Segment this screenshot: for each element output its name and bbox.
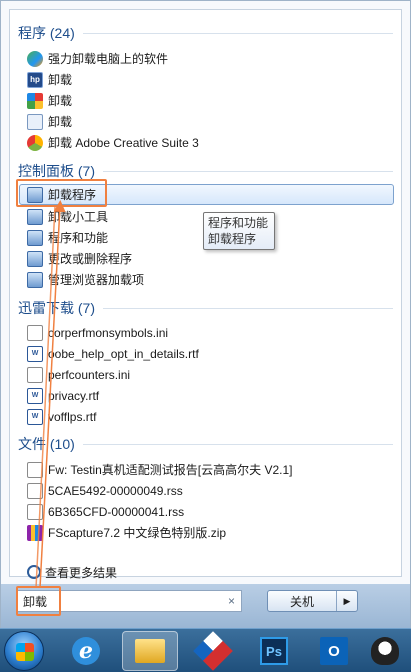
result-label: Fw: Testin真机适配测试报告[云高高尔夫 V2.1] <box>48 463 293 477</box>
result-item[interactable]: W vofflps.rtf <box>27 406 367 427</box>
taskbar-outlook[interactable]: O <box>306 631 362 671</box>
taskbar-ie[interactable]: e <box>58 631 114 671</box>
windows-logo-icon <box>16 643 34 661</box>
shield-program-icon <box>27 50 43 67</box>
result-label: 卸载 <box>48 94 73 108</box>
adobe-icon <box>27 134 43 151</box>
result-label: 5CAE5492-00000049.rss <box>48 483 183 498</box>
control-panel-icon <box>27 271 43 288</box>
result-label: corperfmonsymbols.ini <box>48 325 169 340</box>
zip-archive-icon <box>27 524 43 541</box>
start-button[interactable] <box>4 631 44 671</box>
rtf-file-icon: W <box>27 345 43 362</box>
result-item[interactable]: perfcounters.ini <box>27 364 367 385</box>
qq-penguin-icon <box>371 637 399 665</box>
hp-uninstall-icon: hp <box>27 71 43 88</box>
result-label: 强力卸载电脑上的软件 <box>48 52 169 66</box>
group-header-thunder-downloads[interactable]: 迅雷下载 (7) <box>18 299 393 317</box>
photoshop-icon: Ps <box>260 637 288 665</box>
document-icon <box>27 482 43 499</box>
group-header-control-panel[interactable]: 控制面板 (7) <box>18 162 393 180</box>
rtf-file-icon: W <box>27 408 43 425</box>
ini-file-icon <box>27 324 43 341</box>
rtf-file-icon: W <box>27 387 43 404</box>
tooltip-line-1: 程序和功能 <box>208 216 269 230</box>
outlook-icon: O <box>320 637 348 665</box>
result-label: privacy.rtf <box>48 388 100 403</box>
group-header-files[interactable]: 文件 (10) <box>18 435 393 453</box>
result-item[interactable]: W privacy.rtf <box>27 385 367 406</box>
result-label: 程序和功能 <box>48 231 109 245</box>
control-panel-icon <box>27 186 43 203</box>
result-label: 卸载 Adobe Creative Suite 3 <box>48 136 199 150</box>
result-item[interactable]: 卸载小工具 <box>27 206 367 227</box>
taskbar-qq[interactable] <box>360 631 410 671</box>
search-input-value: 卸载 <box>23 594 48 609</box>
result-label: 卸载小工具 <box>48 210 109 224</box>
result-label: vofflps.rtf <box>48 409 97 424</box>
result-label: FScapture7.2 中文绿色特别版.zip <box>48 526 227 540</box>
taskbar: e Ps O <box>0 628 411 672</box>
ini-file-icon <box>27 366 43 383</box>
result-item[interactable]: Fw: Testin真机适配测试报告[云高高尔夫 V2.1] <box>27 459 367 480</box>
result-label: perfcounters.ini <box>48 367 131 382</box>
document-icon <box>27 461 43 478</box>
result-item[interactable]: 程序和功能 <box>27 227 367 248</box>
result-item[interactable]: hp 卸载 <box>27 69 367 90</box>
tooltip: 程序和功能 卸载程序 <box>203 212 275 250</box>
result-item[interactable]: 6B365CFD-00000041.rss <box>27 501 367 522</box>
internet-explorer-icon: e <box>72 637 100 665</box>
result-label: 6B365CFD-00000041.rss <box>48 504 185 519</box>
result-item[interactable]: corperfmonsymbols.ini <box>27 322 367 343</box>
start-menu: 程序 (24) 强力卸载电脑上的软件 hp 卸载 卸载 卸载 卸载 Adobe … <box>0 0 411 584</box>
result-item[interactable]: W oobe_help_opt_in_details.rtf <box>27 343 367 364</box>
folder-icon <box>135 639 165 663</box>
result-label: 卸载程序 <box>48 188 97 202</box>
result-item[interactable]: 强力卸载电脑上的软件 <box>27 48 367 69</box>
group-header-programs[interactable]: 程序 (24) <box>18 24 393 42</box>
result-label: oobe_help_opt_in_details.rtf <box>48 346 199 361</box>
see-more-results-link[interactable]: 查看更多结果 <box>27 564 117 580</box>
document-icon <box>27 503 43 520</box>
app-logo-icon <box>193 631 233 671</box>
result-item[interactable]: 5CAE5492-00000049.rss <box>27 480 367 501</box>
taskbar-photoshop[interactable]: Ps <box>246 631 302 671</box>
tooltip-line-2: 卸载程序 <box>208 232 257 246</box>
result-item[interactable]: 卸载 <box>27 111 367 132</box>
result-item[interactable]: 卸载 Adobe Creative Suite 3 <box>27 132 367 153</box>
result-item[interactable]: 卸载 <box>27 90 367 111</box>
colorful-uninstall-icon <box>27 92 43 109</box>
taskbar-file-explorer[interactable] <box>122 631 178 671</box>
search-results-pane: 程序 (24) 强力卸载电脑上的软件 hp 卸载 卸载 卸载 卸载 Adobe … <box>9 9 402 580</box>
control-panel-icon <box>27 208 43 225</box>
control-panel-icon <box>27 229 43 246</box>
result-item[interactable]: 管理浏览器加载项 <box>27 269 367 290</box>
shutdown-button[interactable]: 关机 <box>268 591 337 611</box>
result-item[interactable]: 更改或删除程序 <box>27 248 367 269</box>
result-item[interactable]: FScapture7.2 中文绿色特别版.zip <box>27 522 367 543</box>
calendar-uninstall-icon <box>27 113 43 130</box>
see-more-results-label: 查看更多结果 <box>45 565 118 580</box>
result-label: 管理浏览器加载项 <box>48 273 145 287</box>
taskbar-red-app[interactable] <box>185 631 241 671</box>
magnifier-icon <box>27 565 41 579</box>
shutdown-options-arrow-icon[interactable]: ▶ <box>337 591 357 611</box>
search-input[interactable]: 卸载 × <box>16 590 242 612</box>
result-label: 卸载 <box>48 115 73 129</box>
result-label: 更改或删除程序 <box>48 252 133 266</box>
result-item-selected[interactable]: 卸载程序 <box>19 184 394 205</box>
control-panel-icon <box>27 250 43 267</box>
clear-search-icon[interactable]: × <box>228 594 235 608</box>
result-label: 卸载 <box>48 73 73 87</box>
shutdown-button-group: 关机 ▶ <box>267 590 358 612</box>
